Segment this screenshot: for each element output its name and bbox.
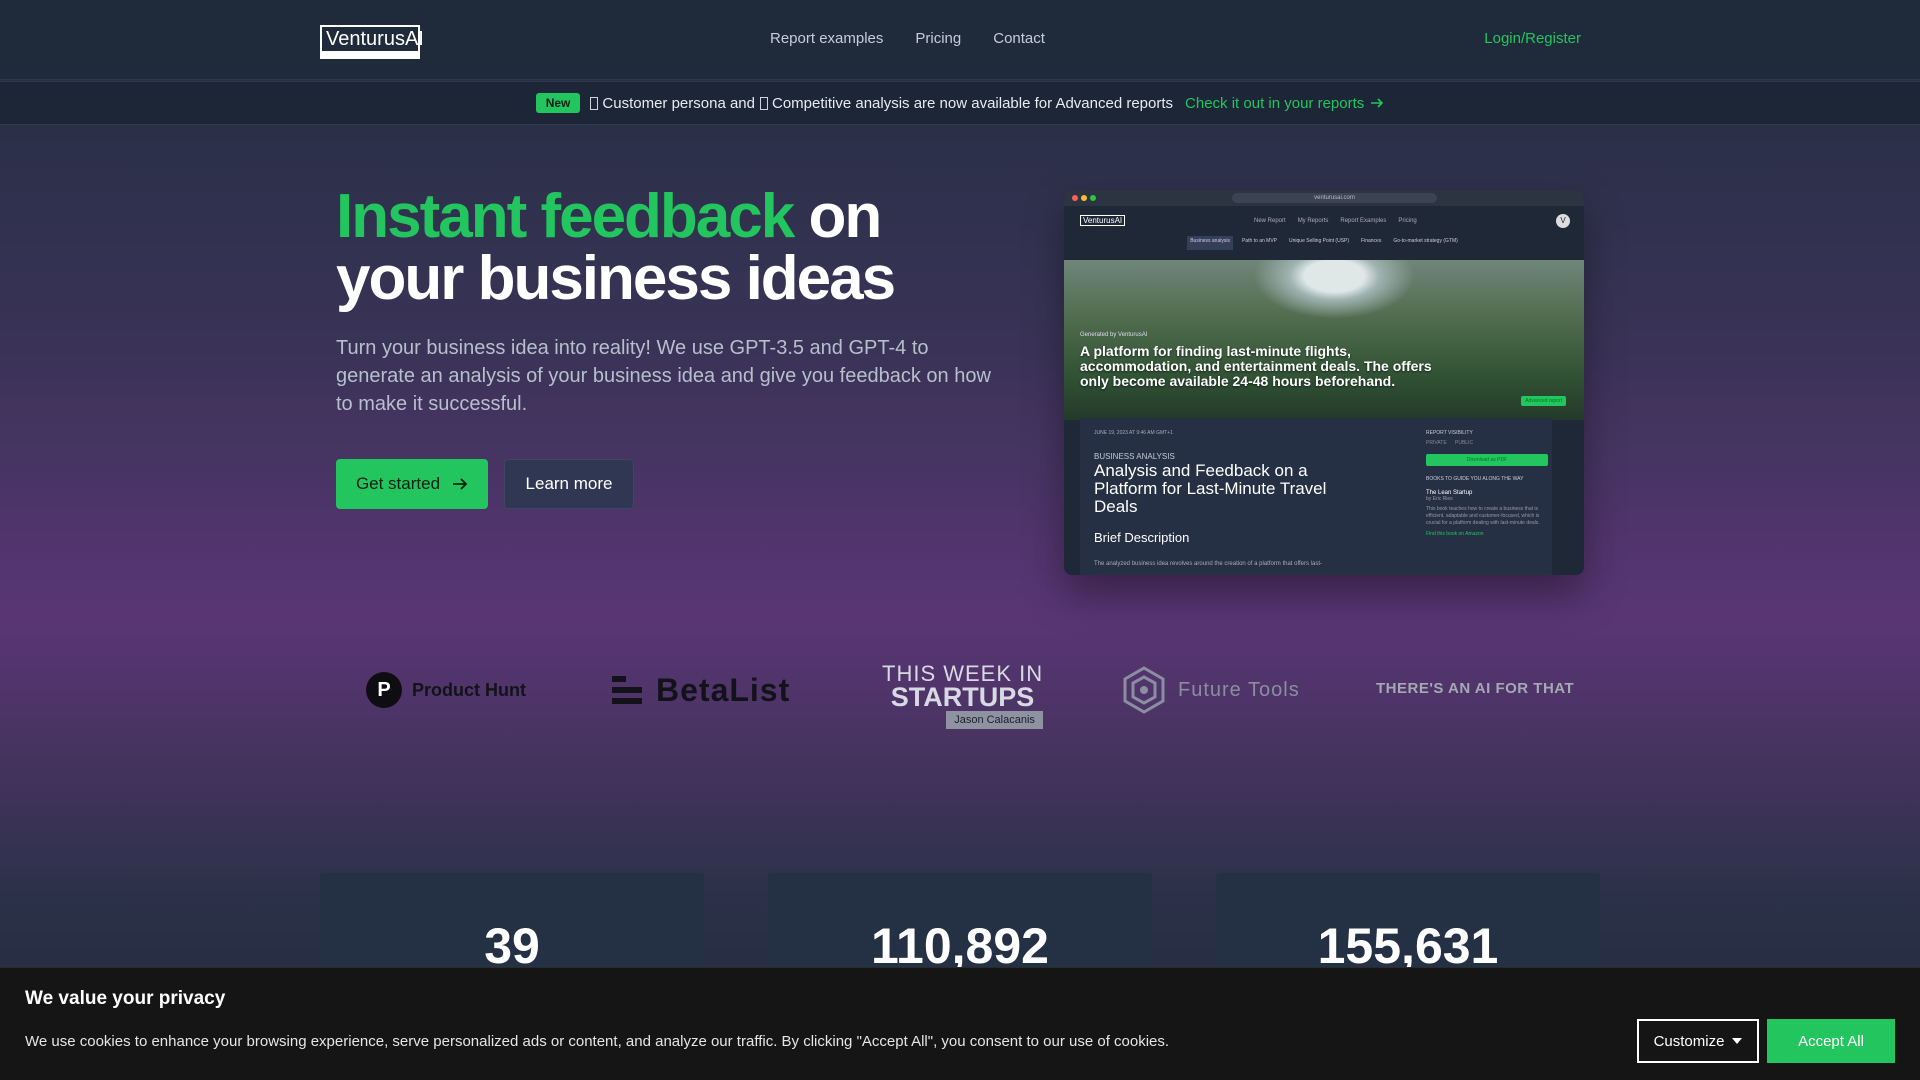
betalist-logo[interactable]: BetaList: [612, 672, 790, 709]
mockup-books-label: BOOKS TO GUIDE YOU ALONG THE WAY: [1426, 476, 1524, 482]
mockup-nav-item: Report Examples: [1340, 218, 1387, 224]
mockup-nav: VenturusAI New Report My Reports Report …: [1064, 206, 1584, 236]
mockup-book-link: Find this book on Amazon: [1426, 531, 1484, 537]
site-header: VenturusAI Report examples Pricing Conta…: [0, 0, 1920, 80]
product-hunt-logo[interactable]: P Product Hunt: [366, 672, 526, 708]
accept-all-button[interactable]: Accept All: [1767, 1019, 1895, 1063]
window-maximize-dot: [1090, 195, 1096, 201]
betalist-icon: [612, 675, 642, 706]
mockup-sidebar: REPORT VISIBILITY PRIVATE PUBLIC Downloa…: [1426, 430, 1548, 537]
twis-line-1: THIS WEEK IN: [882, 661, 1044, 686]
mockup-book-text: This book teaches how to create a busine…: [1426, 506, 1540, 526]
mockup-tab: Unique Selling Point (USP): [1289, 238, 1350, 244]
customize-button[interactable]: Customize: [1637, 1019, 1759, 1063]
nav-report-examples[interactable]: Report examples: [770, 30, 883, 47]
mockup-hero-title: A platform for finding last-minute fligh…: [1080, 343, 1432, 389]
window-minimize-dot: [1081, 195, 1087, 201]
customize-label: Customize: [1653, 1032, 1725, 1050]
mockup-advanced-badge: Advanced report: [1521, 396, 1566, 406]
mockup-visibility-toggle: PRIVATE PUBLIC: [1426, 440, 1548, 446]
mockup-date: JUNE 19, 2023 AT 9:46 AM GMT+1: [1094, 430, 1173, 436]
mockup-section-title: Brief Description: [1094, 530, 1190, 545]
announcement-link[interactable]: Check it out in your reports: [1185, 95, 1384, 112]
login-register-link[interactable]: Login/Register: [1484, 30, 1581, 47]
logo-text: VenturusAI: [326, 28, 424, 50]
browser-chrome: venturusai.com: [1064, 190, 1584, 206]
hero-title-part-1: on: [808, 182, 882, 251]
hero-title: Instant feedback on your business ideas: [336, 186, 1056, 310]
hero-title-part-2: your business ideas: [336, 244, 896, 313]
hero-title-highlight: Instant feedback: [336, 182, 795, 251]
mockup-nav-item: My Reports: [1297, 218, 1329, 224]
product-hunt-icon: P: [366, 672, 402, 708]
future-tools-text: Future Tools: [1178, 678, 1300, 701]
mockup-private-label: PRIVATE: [1426, 440, 1447, 446]
new-badge: New: [535, 93, 581, 113]
announcement-link-text: Check it out in your reports: [1185, 94, 1365, 112]
nav-contact[interactable]: Contact: [993, 30, 1045, 47]
window-close-dot: [1072, 195, 1078, 201]
featured-logos: P Product Hunt BetaList THIS WEEK IN STA…: [336, 660, 1584, 750]
missing-glyph-icon: [590, 96, 599, 110]
future-tools-logo[interactable]: Future Tools: [1122, 666, 1300, 714]
mockup-tab: Path to an MVP: [1241, 238, 1277, 244]
future-tools-hex-icon: [1123, 666, 1165, 714]
this-week-in-startups-logo[interactable]: THIS WEEK IN STARTUPS Jason Calacanis: [882, 661, 1044, 729]
cookie-consent-banner: We value your privacy We use cookies to …: [0, 967, 1920, 1080]
mockup-report-card: JUNE 19, 2023 AT 9:46 AM GMT+1 BUSINESS …: [1080, 418, 1552, 575]
mockup-tab: Finances: [1361, 238, 1382, 244]
mockup-nav-links: New Report My Reports Report Examples Pr…: [1254, 218, 1417, 224]
main-nav: Report examples Pricing Contact: [770, 30, 1045, 47]
twis-line-2: STARTUPS: [890, 682, 1035, 712]
mockup-tabs: Business analysis Path to an MVP Unique …: [1064, 236, 1584, 250]
mockup-download-button: Download as PDF: [1426, 454, 1548, 466]
mockup-hero-image: Generated by VenturusAI A platform for f…: [1064, 260, 1584, 420]
logo[interactable]: VenturusAI: [320, 25, 424, 59]
product-hunt-text: Product Hunt: [412, 679, 526, 700]
get-started-label: Get started: [355, 474, 441, 493]
betalist-text: BetaList: [656, 672, 791, 708]
mockup-category: BUSINESS ANALYSIS: [1094, 452, 1175, 461]
mockup-book-author: by Eric Ries: [1426, 496, 1453, 502]
mockup-avatar: V: [1556, 214, 1570, 228]
cookie-text: We use cookies to enhance your browsing …: [25, 1033, 1170, 1050]
missing-glyph-icon: [759, 96, 768, 110]
announcement-text-1: Customer persona and: [602, 94, 755, 112]
mockup-tab: Go-to-market strategy (GTM): [1393, 238, 1458, 244]
learn-more-button[interactable]: Learn more: [504, 459, 634, 509]
browser-url: venturusai.com: [1232, 193, 1437, 203]
mockup-generated-by: Generated by VenturusAI: [1080, 332, 1148, 338]
mockup-nav-item: Pricing: [1398, 218, 1417, 224]
mockup-public-label: PUBLIC: [1455, 440, 1474, 446]
mockup-visibility-label: REPORT VISIBILITY: [1426, 430, 1473, 436]
caret-down-icon: [1732, 1038, 1743, 1044]
mockup-logo: VenturusAI: [1080, 215, 1126, 226]
get-started-button[interactable]: Get started: [336, 459, 488, 509]
twis-host-label: Jason Calacanis: [946, 711, 1043, 729]
mockup-body-text: The analyzed business idea revolves arou…: [1094, 561, 1323, 567]
mockup-report-title: Analysis and Feedback on a Platform for …: [1094, 461, 1327, 516]
arrow-right-icon: [1371, 98, 1384, 108]
announcement-bar: New Customer persona and Competitive ana…: [0, 81, 1920, 125]
hero-subtitle: Turn your business idea into reality! We…: [336, 337, 991, 415]
mockup-tab: Business analysis: [1187, 236, 1233, 250]
mockup-nav-item: New Report: [1254, 218, 1286, 224]
nav-pricing[interactable]: Pricing: [915, 30, 961, 47]
cookie-title: We value your privacy: [25, 988, 226, 1009]
announcement-text-2: Competitive analysis are now available f…: [771, 94, 1174, 112]
theres-an-ai-for-that-logo[interactable]: THERE'S AN AI FOR THAT: [1376, 680, 1574, 697]
product-screenshot: venturusai.com VenturusAI New Report My …: [1064, 190, 1584, 575]
arrow-right-icon: [453, 478, 468, 490]
